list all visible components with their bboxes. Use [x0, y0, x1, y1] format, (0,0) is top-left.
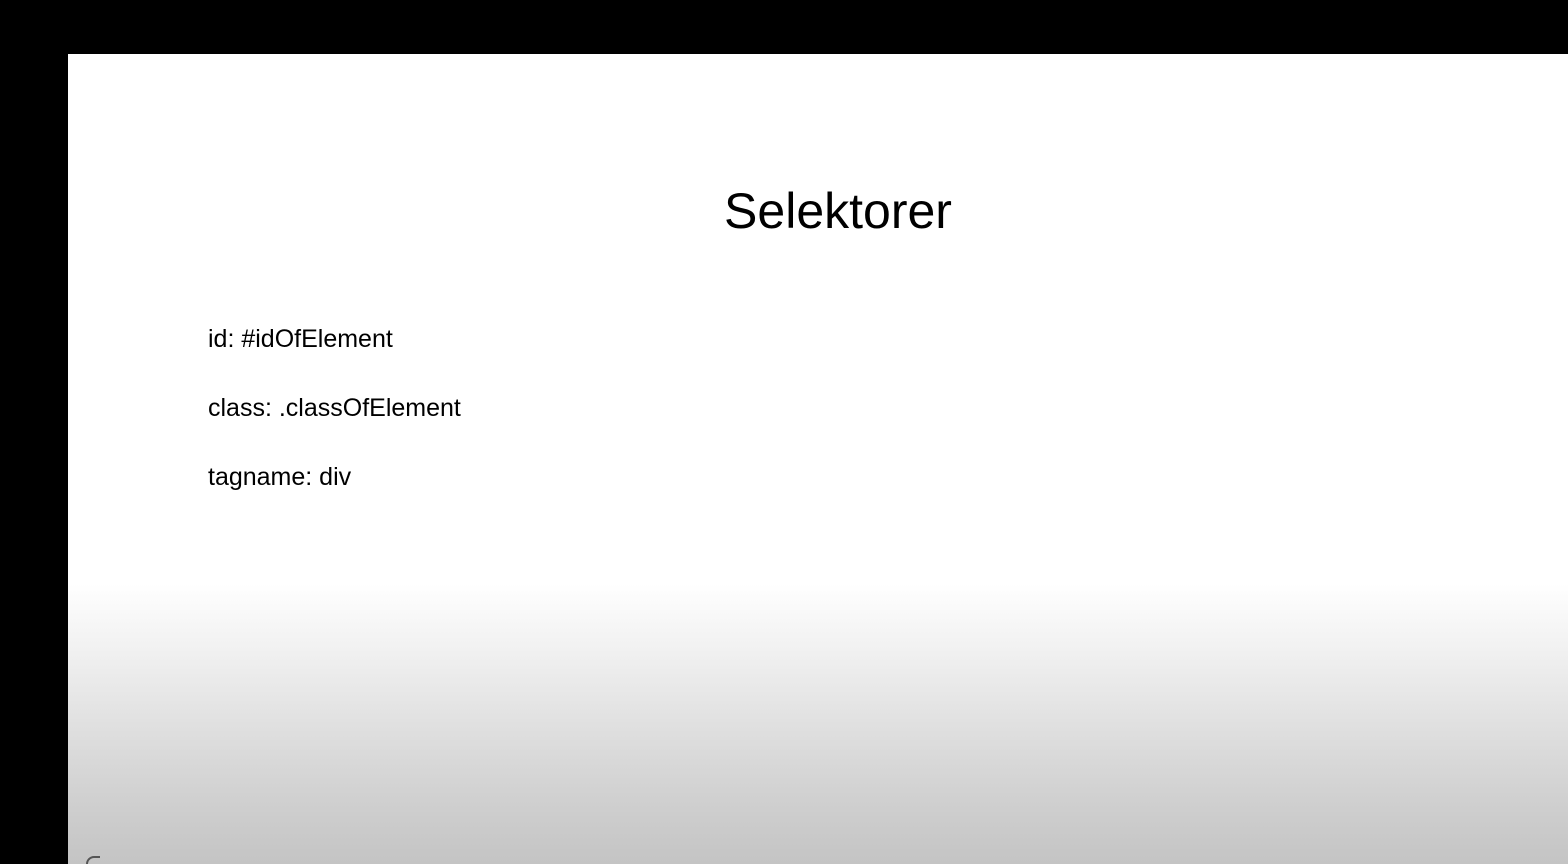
corner-cursor-icon — [86, 856, 100, 864]
presentation-screen: Selektorer id: #idOfElement class: .clas… — [0, 0, 1568, 864]
line-class-selector: class: .classOfElement — [208, 394, 461, 422]
slide: Selektorer id: #idOfElement class: .clas… — [68, 54, 1568, 864]
line-tag-selector: tagname: div — [208, 463, 352, 491]
line-id-selector: id: #idOfElement — [208, 325, 393, 353]
slide-title: Selektorer — [724, 183, 952, 239]
slide-content: id: #idOfElement class: .classOfElement … — [208, 322, 461, 529]
